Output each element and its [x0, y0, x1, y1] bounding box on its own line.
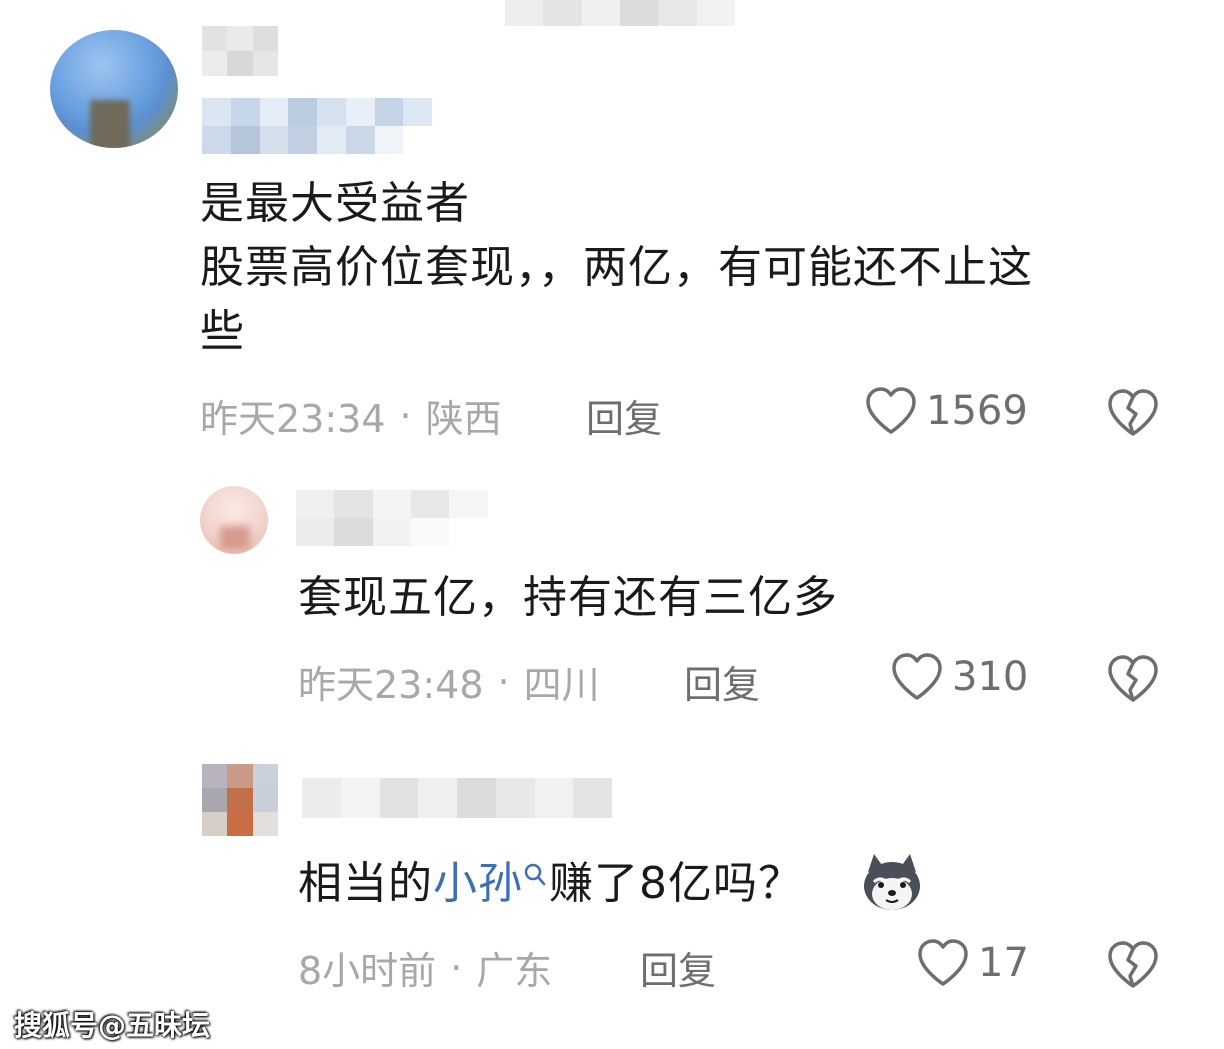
heart-outline-icon	[918, 939, 968, 986]
broken-heart-icon	[1108, 655, 1158, 702]
reply-button[interactable]: 回复	[640, 940, 716, 995]
comment-time: 8小时前	[298, 949, 437, 993]
username[interactable]	[202, 26, 278, 76]
husky-emoji-icon	[864, 854, 920, 910]
comment-time: 昨天23:48	[298, 663, 484, 707]
dislike-button[interactable]	[1106, 388, 1160, 442]
heart-outline-icon	[866, 387, 916, 434]
username[interactable]	[302, 778, 612, 818]
dislike-button[interactable]	[1106, 940, 1160, 994]
like-button[interactable]: 310	[890, 652, 1028, 702]
blurred-header	[505, 0, 735, 26]
mention-name: 小孙	[433, 858, 523, 909]
comment-location: 四川	[523, 663, 600, 707]
comment-text-line: 些	[200, 306, 245, 357]
mention-link[interactable]: 小孙	[433, 858, 549, 909]
comment-time: 昨天23:34	[200, 397, 386, 441]
comment-location: 广东	[476, 949, 553, 993]
search-icon	[524, 863, 546, 886]
broken-heart-icon	[1108, 941, 1158, 988]
comment-text: 相当的小孙 赚了8亿吗？	[298, 852, 803, 916]
comment-text-line: 股票高价位套现，，两亿，有可能还不止这	[200, 242, 1033, 293]
meta-separator: ·	[450, 945, 463, 990]
comment-location: 陕西	[425, 397, 502, 441]
broken-heart-icon	[1108, 389, 1158, 436]
comment-meta: 8小时前 · 广东	[298, 940, 552, 995]
like-count: 310	[952, 654, 1029, 700]
like-count: 17	[978, 940, 1029, 986]
comment-text-line: 是最大受益者	[200, 178, 470, 229]
avatar[interactable]	[50, 30, 178, 148]
like-button[interactable]: 17	[916, 938, 1029, 988]
meta-separator: ·	[497, 659, 510, 704]
comment-meta: 昨天23:34 · 陕西	[200, 388, 502, 443]
like-button[interactable]: 1569	[864, 386, 1028, 436]
like-count: 1569	[926, 388, 1028, 434]
avatar[interactable]	[200, 486, 268, 554]
watermark: 搜狐号@五昧坛	[14, 1009, 211, 1042]
comment-meta: 昨天23:48 · 四川	[298, 654, 600, 709]
username[interactable]	[296, 490, 526, 546]
heart-outline-icon	[892, 653, 942, 700]
avatar[interactable]	[202, 764, 278, 836]
dislike-button[interactable]	[1106, 654, 1160, 708]
reply-button[interactable]: 回复	[586, 388, 662, 443]
comment-text-before: 相当的	[298, 858, 433, 909]
meta-separator: ·	[399, 393, 412, 438]
user-tag	[202, 98, 432, 154]
comment-text-after: 赚了8亿吗？	[549, 858, 803, 909]
comment-text: 套现五亿，持有还有三亿多	[298, 572, 838, 623]
reply-button[interactable]: 回复	[684, 654, 760, 709]
